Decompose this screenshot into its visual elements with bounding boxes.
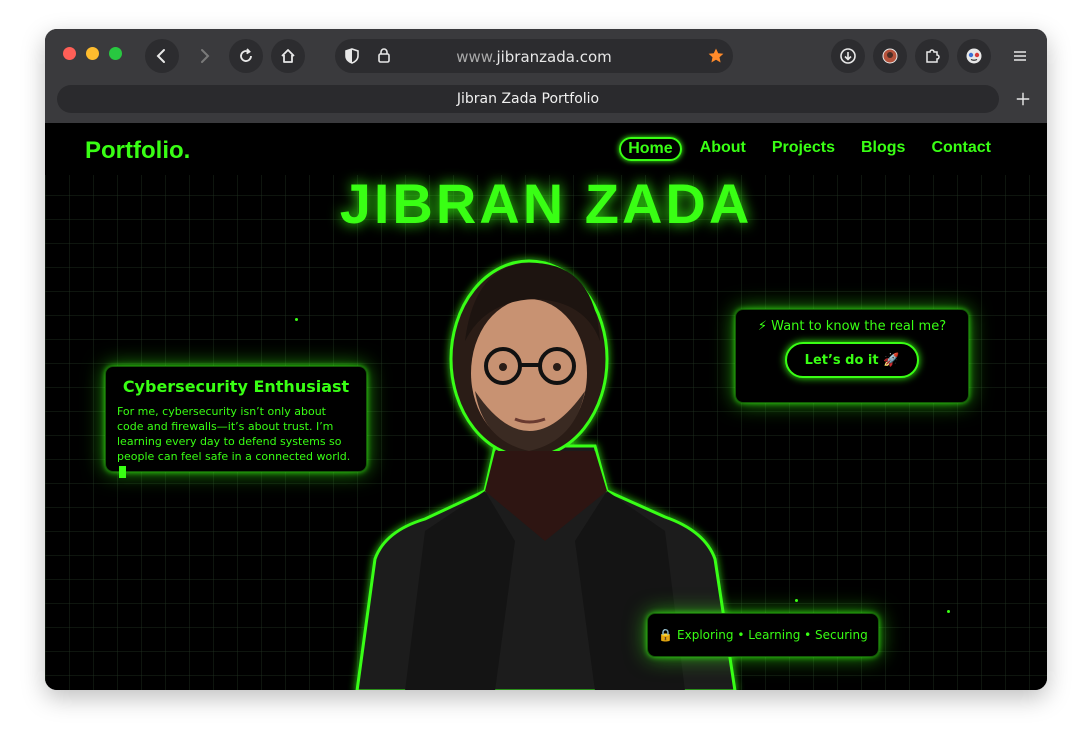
profile-button[interactable] <box>873 39 907 73</box>
bookmark-star-icon[interactable] <box>707 47 725 65</box>
chevron-left-icon <box>156 49 165 63</box>
nav-contact[interactable]: Contact <box>923 137 999 161</box>
nav-blogs[interactable]: Blogs <box>853 137 913 161</box>
page-content: Portfolio. Home About Projects Blogs Con… <box>45 123 1047 690</box>
maximize-window-button[interactable] <box>109 47 122 60</box>
back-button[interactable] <box>145 39 179 73</box>
reload-button[interactable] <box>229 39 263 73</box>
extensions-button[interactable] <box>915 39 949 73</box>
minimize-window-button[interactable] <box>86 47 99 60</box>
url-text: www.jibranzada.com <box>335 48 733 66</box>
new-tab-button[interactable] <box>1009 85 1037 113</box>
tab-active[interactable]: Jibran Zada Portfolio <box>57 85 999 113</box>
plus-icon <box>1016 92 1030 106</box>
spark-dot <box>795 599 798 602</box>
nav-about[interactable]: About <box>692 137 754 161</box>
nav-projects[interactable]: Projects <box>764 137 843 161</box>
mask-glasses-icon <box>966 48 982 64</box>
downloads-button[interactable] <box>831 39 865 73</box>
download-icon <box>840 48 856 64</box>
close-window-button[interactable] <box>63 47 76 60</box>
site-logo[interactable]: Portfolio. <box>85 137 190 165</box>
home-button[interactable] <box>271 39 305 73</box>
profile-avatar-icon <box>882 48 898 64</box>
hamburger-menu-icon <box>1014 51 1026 61</box>
forward-button[interactable] <box>187 39 221 73</box>
cta-card: ⚡ Want to know the real me? Let’s do it … <box>735 309 969 403</box>
intro-card: Cybersecurity Enthusiast For me, cyberse… <box>105 366 367 478</box>
lets-do-it-button[interactable]: Let’s do it 🚀 <box>785 342 919 378</box>
typing-cursor <box>119 466 126 478</box>
address-bar[interactable]: www.jibranzada.com <box>335 39 733 73</box>
intro-card-title: Cybersecurity Enthusiast <box>122 377 350 396</box>
tagline-text: 🔒 Exploring • Learning • Securing <box>658 628 868 642</box>
intro-card-body: For me, cybersecurity isn’t only about c… <box>117 405 351 463</box>
puzzle-icon <box>926 49 940 63</box>
reload-icon <box>240 48 252 62</box>
tab-title: Jibran Zada Portfolio <box>456 91 600 107</box>
tagline-card: 🔒 Exploring • Learning • Securing <box>647 613 879 657</box>
home-icon <box>281 49 295 63</box>
nav-home[interactable]: Home <box>619 137 682 161</box>
url-prefix: www. <box>456 48 497 66</box>
browser-toolbar: www.jibranzada.com Jibran Zada Portfolio <box>45 29 1047 123</box>
spark-dot <box>947 610 950 613</box>
browser-window: www.jibranzada.com Jibran Zada Portfolio… <box>45 29 1047 690</box>
url-domain: jibranzada.com <box>496 48 612 66</box>
spark-dot <box>295 318 298 321</box>
intro-card-text: For me, cybersecurity isn’t only about c… <box>106 396 366 479</box>
site-nav: Home About Projects Blogs Contact <box>619 137 999 161</box>
menu-button[interactable] <box>1003 39 1037 73</box>
chevron-right-icon <box>201 49 210 63</box>
hero-name: JIBRAN ZADA <box>339 172 753 235</box>
privacy-extension-button[interactable] <box>957 39 991 73</box>
cta-prompt: ⚡ Want to know the real me? <box>757 319 947 334</box>
